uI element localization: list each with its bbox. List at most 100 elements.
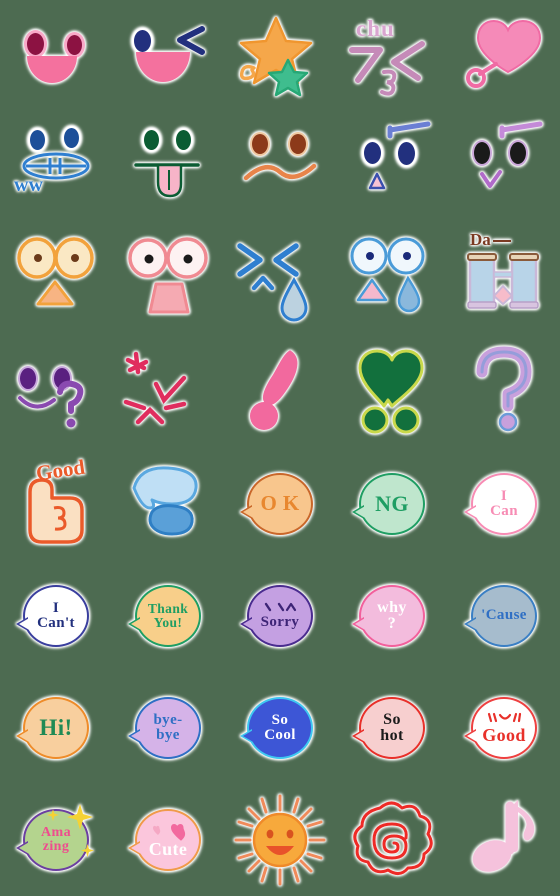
sticker-cell-8[interactable]: [224, 112, 336, 224]
left-eye: [24, 30, 47, 58]
raised-eyebrow-face-icon: [344, 120, 440, 216]
sticker-cell-3[interactable]: [224, 0, 336, 112]
sparkle-tiny-icon: [47, 809, 59, 821]
bubble-so-hot[interactable]: So hot: [344, 680, 440, 776]
bubble-hi[interactable]: Hi!: [8, 680, 104, 776]
sticker-cell-11[interactable]: [0, 224, 112, 336]
bubble-i-can[interactable]: I Can: [456, 456, 552, 552]
sticker-cell-17[interactable]: [112, 336, 224, 448]
sticker-cell-14[interactable]: [336, 224, 448, 336]
bubble-why[interactable]: why ?: [344, 568, 440, 664]
bubble-i-cant[interactable]: I Can't: [8, 568, 104, 664]
thumbs-up-good-icon: Good: [8, 455, 104, 552]
hearts-icon: [153, 823, 186, 841]
sticker-cell-33[interactable]: So Cool: [224, 672, 336, 784]
sticker-cell-20[interactable]: [448, 336, 560, 448]
left-eye: [132, 28, 153, 54]
sticker-cell-4[interactable]: chu: [336, 0, 448, 112]
sticker-cell-16[interactable]: [0, 336, 112, 448]
question-smile-face-icon: [8, 344, 104, 440]
sticker-cell-34[interactable]: So hot: [336, 672, 448, 784]
sticker-cell-19[interactable]: [336, 336, 448, 448]
sticker-grid: chu ww Da Good O K NG I Can I Can't Than…: [0, 0, 560, 896]
bubble-thank-you[interactable]: Thank You!: [120, 568, 216, 664]
chu-kiss-text-icon: chu: [344, 8, 440, 104]
shooting-stars-icon: [232, 8, 328, 104]
sticker-cell-12[interactable]: [112, 224, 224, 336]
smiling-sun-icon: [232, 792, 328, 888]
bubble-sorry[interactable]: Sorry: [232, 568, 328, 664]
bubble-cute-label: Cute: [148, 838, 188, 859]
bubble-i-can-label: I Can: [490, 487, 518, 519]
sticker-cell-7[interactable]: [112, 112, 224, 224]
sticker-cell-32[interactable]: bye- bye: [112, 672, 224, 784]
sticker-cell-36[interactable]: Ama zing: [0, 784, 112, 896]
sticker-cell-15[interactable]: Da: [448, 224, 560, 336]
right-eye: [64, 32, 85, 58]
purple-question-mark-icon: [456, 344, 552, 440]
bubble-good-face[interactable]: Good: [456, 680, 552, 776]
bubble-amazing-label: Ama zing: [41, 824, 71, 854]
sticker-cell-1[interactable]: [0, 0, 112, 112]
red-scribble-flower-icon: [344, 792, 440, 888]
sticker-cell-9[interactable]: [336, 112, 448, 224]
sticker-cell-24[interactable]: NG: [336, 448, 448, 560]
sticker-cell-25[interactable]: I Can: [448, 448, 560, 560]
sticker-cell-23[interactable]: O K: [224, 448, 336, 560]
sticker-cell-6[interactable]: ww: [0, 112, 112, 224]
ww-label: ww: [14, 174, 43, 196]
bubble-so-cool[interactable]: So Cool: [232, 680, 328, 776]
anger-marks-icon: [120, 344, 216, 440]
bubble-so-cool-label: So Cool: [264, 711, 296, 743]
sticker-cell-30[interactable]: 'Cause: [448, 560, 560, 672]
sticker-cell-18[interactable]: [224, 336, 336, 448]
bubble-sorry-label: Sorry: [260, 613, 300, 630]
bubble-good-label: Good: [482, 725, 526, 746]
sticker-cell-10[interactable]: [448, 112, 560, 224]
bubble-cause-label: 'Cause: [481, 607, 527, 624]
sticker-cell-28[interactable]: Sorry: [224, 560, 336, 672]
winking-face-pink-mouth-icon: [120, 8, 216, 104]
sticker-cell-37[interactable]: Cute: [112, 784, 224, 896]
bubble-i-cant-label: I Can't: [37, 599, 75, 631]
shocked-open-mouth-face-icon: [120, 232, 216, 328]
sticker-cell-29[interactable]: why ?: [336, 560, 448, 672]
sticker-cell-31[interactable]: Hi!: [0, 672, 112, 784]
smiling-face-pink-mouth-icon: [8, 8, 104, 104]
tongue-out-face-icon: [120, 120, 216, 216]
mouth: [136, 52, 190, 82]
sticker-cell-5[interactable]: [448, 0, 560, 112]
sparkle-icon: [67, 804, 93, 830]
bubble-amazing[interactable]: Ama zing: [8, 792, 104, 888]
sticker-cell-2[interactable]: [112, 0, 224, 112]
sticker-cell-35[interactable]: Good: [448, 672, 560, 784]
bubble-why-label: why ?: [377, 598, 407, 632]
green-double-exclamation-icon: [344, 344, 440, 440]
sticker-cell-21[interactable]: Good: [0, 448, 112, 560]
bubble-ng[interactable]: NG: [344, 456, 440, 552]
sticker-cell-26[interactable]: I Can't: [0, 560, 112, 672]
bubble-ng-label: NG: [375, 490, 409, 516]
sticker-cell-27[interactable]: Thank You!: [112, 560, 224, 672]
zipper-mouth-face-ww-icon: ww: [8, 120, 104, 216]
blue-water-splash-icon: [120, 456, 216, 552]
bubble-bye-bye-label: bye- bye: [153, 711, 183, 743]
sticker-cell-22[interactable]: [112, 448, 224, 560]
bubble-so-hot-label: So hot: [380, 710, 404, 744]
sticker-cell-38[interactable]: [224, 784, 336, 896]
big-eyes-orange-face-icon: [8, 232, 104, 328]
sticker-cell-39[interactable]: [336, 784, 448, 896]
bubble-cute[interactable]: Cute: [120, 792, 216, 888]
bubble-ok[interactable]: O K: [232, 456, 328, 552]
smirk-eyebrow-face-icon: [456, 120, 552, 216]
bubble-bye-bye[interactable]: bye- bye: [120, 680, 216, 776]
pink-exclamation-mark-icon: [232, 344, 328, 440]
bubble-cause[interactable]: 'Cause: [456, 568, 552, 664]
sticker-cell-13[interactable]: [224, 224, 336, 336]
crying-squint-face-icon: [232, 232, 328, 328]
bubble-thank-you-label: Thank You!: [147, 601, 189, 630]
sparkle-small-icon: [81, 844, 94, 857]
teary-wide-eyes-face-icon: [344, 232, 440, 328]
bubble-hi-label: Hi!: [39, 715, 73, 741]
sticker-cell-40[interactable]: [448, 784, 560, 896]
